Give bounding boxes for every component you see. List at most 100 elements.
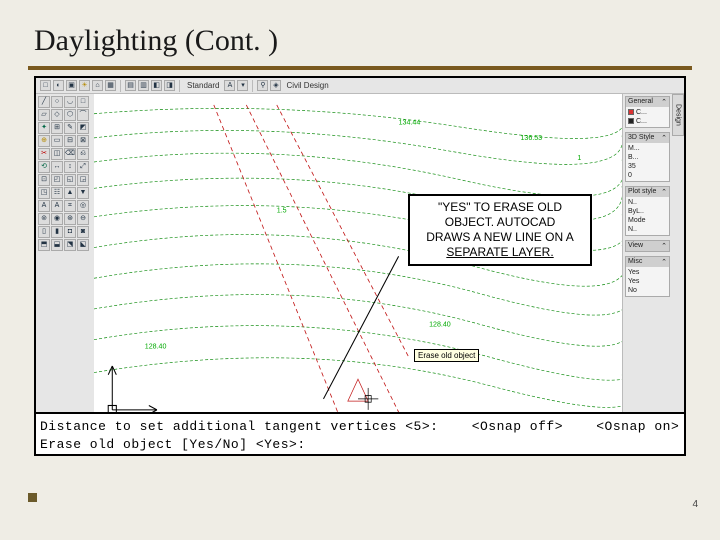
- collapse-icon[interactable]: ⌃: [661, 242, 667, 250]
- tool-icon[interactable]: ▦: [105, 80, 116, 91]
- tool-icon[interactable]: □: [40, 80, 51, 91]
- tool-icon[interactable]: ▥: [138, 80, 149, 91]
- callout-line1: "YES" TO ERASE OLD: [414, 200, 586, 215]
- autocad-screenshot: □ ◐ ▣ ☀ ⌂ ▦ ▤ ▥ ◧ ◨ Standard A ▾ ⚲ ◈ Civ…: [34, 76, 686, 456]
- panel-title: View: [628, 242, 643, 250]
- cursor-tooltip: Erase old object: [414, 349, 479, 362]
- properties-panel: Design General⌃ C... C... 3D Style⌃ M...…: [622, 94, 684, 434]
- design-tab[interactable]: Design: [672, 94, 684, 136]
- tool-icon[interactable]: ⬒: [38, 239, 50, 251]
- tool-icon[interactable]: ⊛: [64, 213, 76, 225]
- tool-icon[interactable]: ✎: [64, 122, 76, 134]
- tool-icon[interactable]: ◉: [51, 213, 63, 225]
- tool-icon[interactable]: ▱: [38, 109, 50, 121]
- tool-icon[interactable]: ▯: [38, 226, 50, 238]
- tool-icon[interactable]: ☷: [51, 187, 63, 199]
- cmd-osnap-on: <Osnap on>: [596, 419, 679, 434]
- tool-icon[interactable]: ◰: [51, 174, 63, 186]
- tool-icon[interactable]: ◇: [51, 109, 63, 121]
- prop-row: Yes: [628, 268, 667, 277]
- tool-icon[interactable]: ⤢: [77, 161, 89, 173]
- tool-icon[interactable]: ▭: [51, 135, 63, 147]
- tool-icon[interactable]: ▲: [64, 187, 76, 199]
- tool-icon[interactable]: ⬡: [64, 109, 76, 121]
- tool-icon[interactable]: ⊕: [38, 135, 50, 147]
- tool-icon[interactable]: A: [38, 200, 50, 212]
- tool-icon[interactable]: ⌫: [64, 148, 76, 160]
- prop-row: Yes: [628, 277, 667, 286]
- collapse-icon[interactable]: ⌃: [661, 188, 667, 196]
- tool-icon[interactable]: ▼: [77, 187, 89, 199]
- prop-row: 35: [628, 162, 667, 171]
- prop-row: N..: [628, 198, 667, 207]
- tool-icon[interactable]: ↕: [64, 161, 76, 173]
- tool-icon[interactable]: ◲: [77, 174, 89, 186]
- collapse-icon[interactable]: ⌃: [661, 134, 667, 142]
- tool-icon[interactable]: ◫: [51, 148, 63, 160]
- tool-icon[interactable]: ◱: [64, 174, 76, 186]
- tool-icon[interactable]: ✂: [38, 148, 50, 160]
- panel-title: General: [628, 98, 653, 106]
- tool-icon[interactable]: ⌗: [64, 200, 76, 212]
- tool-icon[interactable]: ⊚: [38, 213, 50, 225]
- prop-row: N..: [628, 225, 667, 234]
- tool-icon[interactable]: ◳: [38, 187, 50, 199]
- cmd-prompt: Distance to set additional tangent verti…: [40, 419, 438, 434]
- tool-icon[interactable]: ⬕: [77, 239, 89, 251]
- panel-title: Misc: [628, 258, 642, 266]
- prop-row: ByL..: [628, 207, 667, 216]
- prop-row: 0: [628, 171, 667, 180]
- tool-icon[interactable]: ⚲: [257, 80, 268, 91]
- elev-label: 1.5: [277, 205, 287, 214]
- elev-label: 136.53: [520, 133, 542, 142]
- tool-icon[interactable]: ▾: [237, 80, 248, 91]
- elev-label: 128.40: [429, 319, 451, 328]
- tool-icon[interactable]: ☀: [79, 80, 90, 91]
- cmd-prompt-2: Erase old object [Yes/No] <Yes>:: [40, 436, 680, 454]
- command-line[interactable]: Distance to set additional tangent verti…: [34, 412, 686, 456]
- tool-icon[interactable]: ◧: [151, 80, 162, 91]
- collapse-icon[interactable]: ⌃: [661, 258, 667, 266]
- tool-icon[interactable]: ⌂: [92, 80, 103, 91]
- tool-icon[interactable]: ⊠: [77, 135, 89, 147]
- collapse-icon[interactable]: ⌃: [661, 98, 667, 106]
- elev-label: 128.40: [145, 341, 167, 350]
- draw-arc-icon[interactable]: ◡: [64, 96, 76, 108]
- title-rule: [28, 66, 692, 70]
- tool-icon[interactable]: ⬔: [64, 239, 76, 251]
- annotation-callout: "YES" TO ERASE OLD OBJECT. AUTOCAD DRAWS…: [408, 194, 592, 266]
- tool-icon[interactable]: A: [51, 200, 63, 212]
- elev-label: 1: [577, 153, 581, 162]
- tool-icon[interactable]: ◩: [77, 122, 89, 134]
- tool-icon[interactable]: ⊟: [64, 135, 76, 147]
- tool-icon[interactable]: ⌒: [77, 109, 89, 121]
- tool-icon[interactable]: ▤: [125, 80, 136, 91]
- tool-icon[interactable]: ↔: [51, 161, 63, 173]
- tool-icon[interactable]: ◎: [77, 200, 89, 212]
- tool-icon[interactable]: ⟲: [38, 161, 50, 173]
- tool-icon[interactable]: ⊞: [51, 122, 63, 134]
- tool-icon[interactable]: ✦: [38, 122, 50, 134]
- tool-icon[interactable]: ◈: [270, 80, 281, 91]
- tool-icon[interactable]: ⊖: [77, 213, 89, 225]
- draw-circle-icon[interactable]: ○: [51, 96, 63, 108]
- tool-icon[interactable]: ⊡: [38, 174, 50, 186]
- tool-icon[interactable]: ▣: [66, 80, 77, 91]
- panel-title: 3D Style: [628, 134, 654, 142]
- tool-icon[interactable]: ◙: [77, 226, 89, 238]
- tool-icon[interactable]: ▮: [51, 226, 63, 238]
- slide-title: Daylighting (Cont. ): [34, 24, 686, 58]
- toolbar-label-civil: Civil Design: [283, 81, 331, 90]
- tool-icon[interactable]: ◐: [53, 80, 64, 91]
- tool-icon[interactable]: ◘: [64, 226, 76, 238]
- panel-title: Plot style: [628, 188, 656, 196]
- draw-rect-icon[interactable]: □: [77, 96, 89, 108]
- prop-row: B...: [628, 153, 667, 162]
- prop-row: Mode: [628, 216, 667, 225]
- tool-icon[interactable]: ⎌: [77, 148, 89, 160]
- draw-line-icon[interactable]: ╱: [38, 96, 50, 108]
- tool-icon[interactable]: A: [224, 80, 235, 91]
- tool-icon[interactable]: ◨: [164, 80, 175, 91]
- callout-line3: DRAWS A NEW LINE ON A: [414, 230, 586, 245]
- tool-icon[interactable]: ⬓: [51, 239, 63, 251]
